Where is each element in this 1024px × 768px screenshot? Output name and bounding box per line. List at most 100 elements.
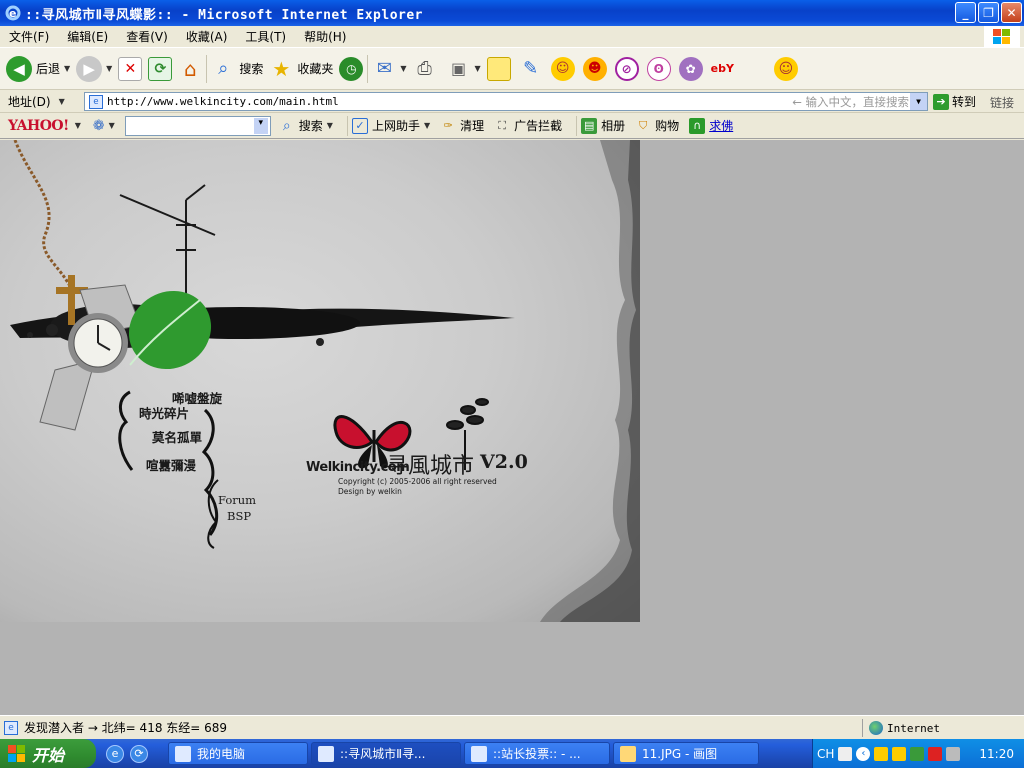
messenger-icon[interactable]: ✎ (519, 57, 543, 81)
refresh-icon[interactable]: ⟳ (148, 56, 173, 81)
start-button[interactable]: 开始 (0, 739, 96, 768)
quick-launch-browser-icon[interactable]: ⟳ (130, 744, 148, 763)
nav-item-4[interactable]: 喧囂彌漫 (146, 455, 196, 474)
compass-icon[interactable]: ⊘ (614, 56, 639, 81)
pig-icon[interactable]: ʘ (646, 56, 671, 81)
go-button[interactable]: ➔ 转到 (933, 93, 976, 110)
yahoo-search-button[interactable]: ⌕ 搜索 ▼ (279, 117, 333, 134)
task-my-computer[interactable]: 我的电脑 (168, 742, 308, 765)
album-button[interactable]: ▤ 相册 (581, 117, 625, 134)
logo-title: 寻風城市 (386, 454, 475, 479)
maximize-button[interactable]: ❐ (978, 2, 999, 23)
address-input-dropdown-icon[interactable]: ▼ (910, 93, 927, 110)
face-icon[interactable]: ☻ (582, 56, 607, 81)
start-label: 开始 (32, 745, 65, 765)
yahoo-search-dropdown-icon[interactable]: ▼ (327, 121, 333, 130)
yahoo-flower-dropdown-icon[interactable]: ▼ (109, 121, 115, 130)
assistant-dropdown-icon[interactable]: ▼ (424, 121, 430, 130)
antivirus-icon[interactable] (928, 746, 943, 761)
menu-help[interactable]: 帮助(H) (295, 28, 355, 45)
tray-expand-icon[interactable]: ‹ (856, 746, 871, 761)
shop-label: 购物 (655, 119, 680, 133)
shopping-bag-icon: ⛉ (639, 118, 648, 132)
back-button[interactable]: ◀ 后退 ▼ (6, 55, 70, 82)
shop-button[interactable]: ⛉ 购物 (635, 117, 679, 134)
yahoo-flower-icon[interactable]: ❁ (93, 118, 105, 134)
home-icon[interactable]: ⌂ (178, 57, 202, 81)
mail-dropdown-icon[interactable]: ▼ (400, 64, 406, 73)
go-arrow-icon: ➔ (933, 93, 949, 110)
qiufo-button[interactable]: ∩ 求佛 (689, 117, 733, 134)
clock: 11:20 (979, 746, 1014, 761)
qiufo-link[interactable]: 求佛 (709, 117, 733, 134)
smiley-icon[interactable]: ☺ (550, 56, 575, 81)
nav-forum-link[interactable]: Forum (218, 493, 256, 507)
ie-logo-icon: e (5, 5, 21, 21)
qq-icon-2[interactable] (892, 746, 907, 761)
menu-file[interactable]: 文件(F) (0, 28, 58, 45)
clean-button[interactable]: ✑ 清理 (440, 117, 485, 134)
yahoo-toolbar: YAHOO! ▼ ❁ ▼ ⌕ 搜索 ▼ ✓ 上网助手 ▼ ✑ 清理 ⛶ 广告拦截… (0, 113, 1024, 139)
screen-button[interactable]: ▣ ▼ (447, 57, 481, 81)
grunge-background: 唏嘘盤旋 時光碎片 莫名孤單 喧囂彌漫 Forum BSP Welkincity… (0, 140, 640, 622)
speaker-icon[interactable] (946, 746, 961, 761)
search-button[interactable]: ⌕ 搜索 (211, 57, 263, 81)
mail-button[interactable]: ✉ ▼ (372, 57, 407, 81)
quick-launch-ie-icon[interactable]: e (106, 744, 124, 763)
forward-dropdown-icon[interactable]: ▼ (106, 64, 112, 73)
address-label: 地址(D) (8, 94, 51, 109)
flower-icon[interactable]: ✿ (678, 56, 703, 81)
screen-dropdown-icon[interactable]: ▼ (475, 64, 481, 73)
menu-tools[interactable]: 工具(T) (236, 28, 295, 45)
minimize-button[interactable]: _ (955, 2, 976, 23)
mail-icon: ✉ (376, 58, 392, 79)
links-button[interactable]: 链接 (990, 94, 1014, 111)
taskbar: 开始 e ⟳ 我的电脑 ::寻风城市Ⅱ寻... ::站长投票:: - ... 1… (0, 739, 1024, 768)
status-text: 发现潜入者 → 北纬= 418 东经= 689 (24, 721, 228, 735)
yahoo-logo[interactable]: YAHOO! (8, 118, 69, 134)
computer-icon (175, 745, 191, 762)
forward-arrow-icon: ▶ (76, 55, 103, 82)
emoticon-icon[interactable]: ☺ (773, 56, 798, 81)
note-icon[interactable] (486, 56, 511, 81)
yahoo-dropdown-icon[interactable]: ▼ (75, 121, 81, 130)
adblock-icon: ⛶ (498, 118, 506, 132)
print-icon[interactable]: ⎙ (413, 57, 437, 81)
address-dropdown-icon[interactable]: ▼ (59, 97, 65, 106)
adblock-button[interactable]: ⛶ 广告拦截 (494, 117, 562, 134)
task-ie-window[interactable]: ::寻风城市Ⅱ寻... (311, 742, 461, 765)
zone-label: Internet (887, 721, 940, 735)
assistant-button[interactable]: ✓ 上网助手 ▼ (351, 117, 430, 134)
address-search-placeholder[interactable]: ← 输入中文，直接搜索 (792, 94, 909, 110)
page-content: 唏嘘盤旋 時光碎片 莫名孤單 喧囂彌漫 Forum BSP Welkincity… (0, 140, 1024, 715)
menu-view[interactable]: 查看(V) (117, 28, 177, 45)
security-zone[interactable]: Internet (862, 719, 940, 737)
ebay-icon[interactable]: ebY (711, 62, 734, 75)
star-icon: ★ (272, 56, 291, 81)
ime-icon[interactable] (838, 746, 853, 761)
task-vote-window[interactable]: ::站长投票:: - ... (464, 742, 610, 765)
qq-icon[interactable] (874, 746, 889, 761)
globe-icon (869, 721, 883, 735)
adblock-label: 广告拦截 (514, 119, 563, 133)
language-indicator[interactable]: CH (817, 747, 834, 761)
ie-task-icon-2 (471, 745, 487, 762)
menu-edit[interactable]: 编辑(E) (58, 28, 117, 45)
back-dropdown-icon[interactable]: ▼ (64, 64, 70, 73)
yahoo-search-input[interactable] (124, 115, 271, 136)
favorites-button[interactable]: ★ 收藏夹 (269, 57, 333, 81)
forward-button[interactable]: ▶ ▼ (76, 55, 112, 82)
network-icon[interactable] (910, 746, 925, 761)
yahoo-search-label: 搜索 (298, 119, 323, 133)
stop-icon[interactable]: ✕ (118, 56, 143, 81)
task-paint[interactable]: 11.JPG - 画图 (613, 742, 759, 765)
broom-icon: ✑ (443, 119, 453, 132)
menu-favorites[interactable]: 收藏(A) (177, 28, 237, 45)
nav-item-2[interactable]: 時光碎片 (139, 403, 189, 422)
history-icon[interactable]: ◷ (339, 56, 364, 81)
nav-item-3[interactable]: 莫名孤單 (152, 427, 202, 446)
address-input[interactable]: e http://www.welkincity.com/main.html ← … (84, 92, 928, 111)
nav-bsp-link[interactable]: BSP (227, 509, 251, 523)
close-button[interactable]: ✕ (1001, 2, 1022, 23)
standard-toolbar: ◀ 后退 ▼ ▶ ▼ ✕ ⟳ ⌂ ⌕ 搜索 ★ 收藏夹 ◷ ✉ ▼ ⎙ ▣ ▼ … (0, 48, 1024, 90)
